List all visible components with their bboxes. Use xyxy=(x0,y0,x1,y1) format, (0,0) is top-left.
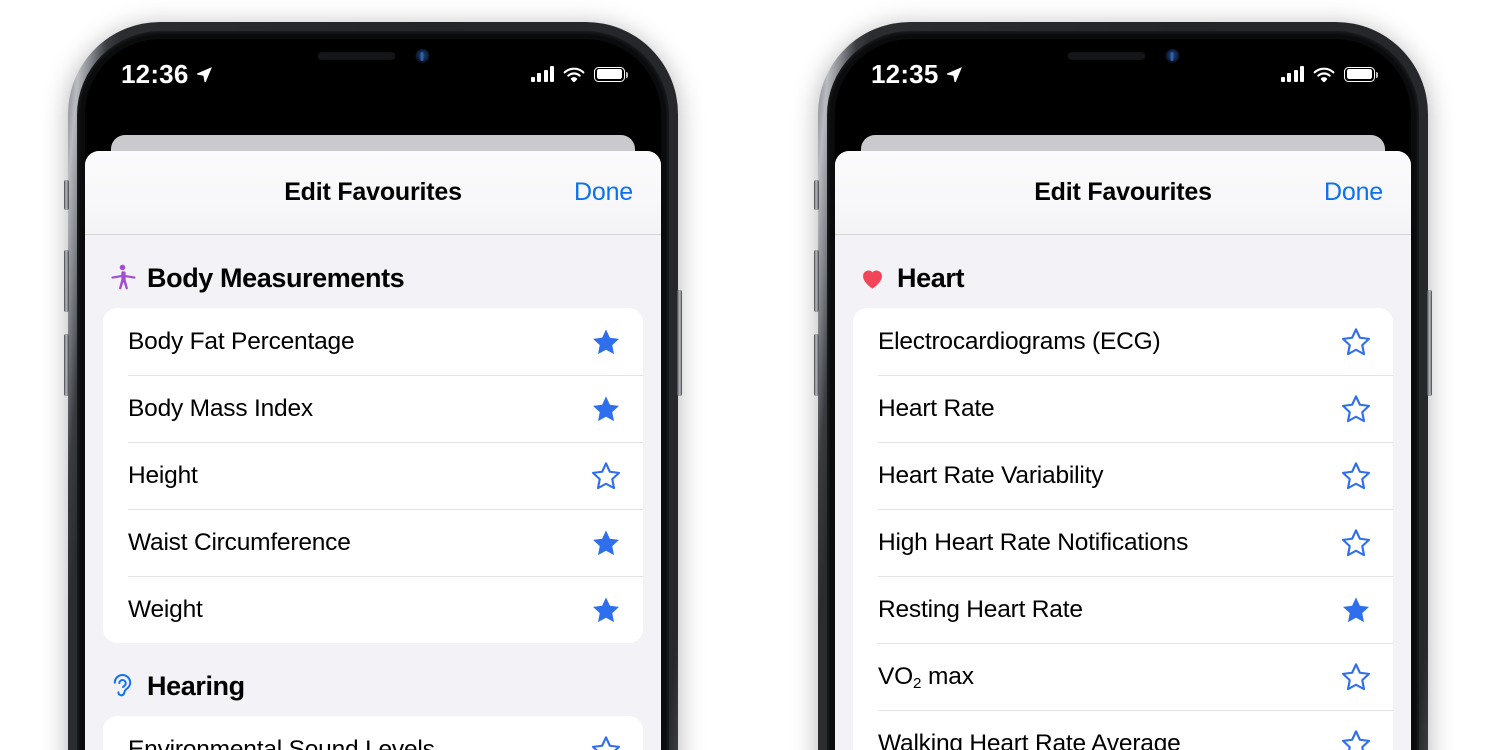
table-row[interactable]: Body Fat Percentage xyxy=(103,308,643,375)
battery-full-icon xyxy=(1344,66,1379,82)
location-arrow-icon xyxy=(196,66,213,83)
front-camera-icon xyxy=(1165,49,1179,63)
page-title: Edit Favourites xyxy=(284,178,462,206)
status-bar-left: 12:35 xyxy=(871,59,963,90)
sheet-navbar: Edit Favourites Done xyxy=(835,151,1411,235)
screenshot-stage: 12:36 Edit Favourites Done Body Measurement… xyxy=(0,0,1500,750)
status-bar-time: 12:35 xyxy=(871,58,939,89)
section-title: Body Measurements xyxy=(147,263,405,293)
row-label: Waist Circumference xyxy=(128,528,351,556)
volume-up-button[interactable] xyxy=(814,250,819,312)
status-bar-time: 12:36 xyxy=(121,58,189,89)
mute-switch-button[interactable] xyxy=(64,180,69,210)
star-outline-icon[interactable] xyxy=(1341,729,1371,750)
front-camera-icon xyxy=(415,49,429,63)
ear-icon xyxy=(109,672,136,701)
table-row[interactable]: Environmental Sound Levels xyxy=(103,716,643,750)
battery-full-icon xyxy=(594,66,629,82)
sheet-scroll-body[interactable]: Body Measurements Body Fat Percentage Body… xyxy=(85,235,661,750)
heart-icon xyxy=(859,264,886,293)
row-label: Heart Rate Variability xyxy=(878,461,1104,489)
row-label: Body Fat Percentage xyxy=(128,327,355,355)
row-label: Heart Rate xyxy=(878,394,995,422)
table-row[interactable]: Weight xyxy=(103,576,643,643)
section-list-1: Environmental Sound Levels xyxy=(103,716,643,750)
table-row[interactable]: VO2 max xyxy=(853,643,1393,710)
section-title: Heart xyxy=(897,263,965,293)
row-label: Body Mass Index xyxy=(128,394,313,422)
table-row[interactable]: Body Mass Index xyxy=(103,375,643,442)
star-filled-icon[interactable] xyxy=(591,528,621,558)
table-row[interactable]: Waist Circumference xyxy=(103,509,643,576)
star-filled-icon[interactable] xyxy=(591,595,621,625)
wifi-icon xyxy=(1313,66,1335,83)
notch xyxy=(1005,39,1241,73)
table-row[interactable]: Heart Rate Variability xyxy=(853,442,1393,509)
phone-screen: 12:36 Edit Favourites Done Body Measurement… xyxy=(85,39,661,750)
cellular-signal-icon xyxy=(1280,66,1304,82)
status-bar-right xyxy=(530,66,629,83)
table-row[interactable]: Height xyxy=(103,442,643,509)
edit-favourites-sheet: Edit Favourites Done Body Measurements Body… xyxy=(85,151,661,750)
status-bar-left: 12:36 xyxy=(121,59,213,90)
star-filled-icon[interactable] xyxy=(1341,595,1371,625)
section-header-heart: Heart xyxy=(853,235,1393,308)
row-label: VO2 max xyxy=(878,662,974,693)
sheet-scroll-body[interactable]: Heart Electrocardiograms (ECG) Heart Rate H… xyxy=(835,235,1411,750)
table-row[interactable]: Heart Rate xyxy=(853,375,1393,442)
volume-down-button[interactable] xyxy=(64,334,69,396)
section-title: Hearing xyxy=(147,671,245,701)
mute-switch-button[interactable] xyxy=(814,180,819,210)
star-filled-icon[interactable] xyxy=(591,327,621,357)
row-label: High Heart Rate Notifications xyxy=(878,528,1189,556)
phone-right: 12:35 Edit Favourites Done Heart Electrocard… xyxy=(814,22,1432,750)
row-label: Electrocardiograms (ECG) xyxy=(878,327,1161,355)
star-filled-icon[interactable] xyxy=(591,394,621,424)
section-list-0: Body Fat Percentage Body Mass Index Height… xyxy=(103,308,643,643)
volume-up-button[interactable] xyxy=(64,250,69,312)
earpiece-speaker xyxy=(317,52,395,60)
body-measurements-icon xyxy=(109,264,136,293)
table-row[interactable]: Walking Heart Rate Average xyxy=(853,710,1393,750)
location-arrow-icon xyxy=(946,66,963,83)
section-list-0: Electrocardiograms (ECG) Heart Rate Heart … xyxy=(853,308,1393,750)
row-label: Height xyxy=(128,461,198,489)
table-row[interactable]: Resting Heart Rate xyxy=(853,576,1393,643)
table-row[interactable]: High Heart Rate Notifications xyxy=(853,509,1393,576)
star-outline-icon[interactable] xyxy=(591,461,621,491)
star-outline-icon[interactable] xyxy=(1341,394,1371,424)
status-bar-right xyxy=(1280,66,1379,83)
earpiece-speaker xyxy=(1067,52,1145,60)
volume-down-button[interactable] xyxy=(814,334,819,396)
cellular-signal-icon xyxy=(530,66,554,82)
done-button[interactable]: Done xyxy=(574,178,633,207)
row-label: Resting Heart Rate xyxy=(878,595,1083,623)
star-outline-icon[interactable] xyxy=(1341,662,1371,692)
edit-favourites-sheet: Edit Favourites Done Heart Electrocardiogra… xyxy=(835,151,1411,750)
row-label: Walking Heart Rate Average xyxy=(878,729,1181,750)
phone-screen: 12:35 Edit Favourites Done Heart Electrocard… xyxy=(835,39,1411,750)
star-outline-icon[interactable] xyxy=(1341,327,1371,357)
done-button[interactable]: Done xyxy=(1324,178,1383,207)
page-title: Edit Favourites xyxy=(1034,178,1212,206)
wifi-icon xyxy=(563,66,585,83)
section-header-body-measurements: Body Measurements xyxy=(103,235,643,308)
star-outline-icon[interactable] xyxy=(1341,461,1371,491)
side-power-button[interactable] xyxy=(1427,290,1432,396)
star-outline-icon[interactable] xyxy=(591,735,621,750)
row-label: Weight xyxy=(128,595,203,623)
section-header-hearing: Hearing xyxy=(103,643,643,716)
side-power-button[interactable] xyxy=(677,290,682,396)
sheet-navbar: Edit Favourites Done xyxy=(85,151,661,235)
phone-left: 12:36 Edit Favourites Done Body Measurement… xyxy=(64,22,682,750)
star-outline-icon[interactable] xyxy=(1341,528,1371,558)
notch xyxy=(255,39,491,73)
table-row[interactable]: Electrocardiograms (ECG) xyxy=(853,308,1393,375)
row-label: Environmental Sound Levels xyxy=(128,735,435,750)
